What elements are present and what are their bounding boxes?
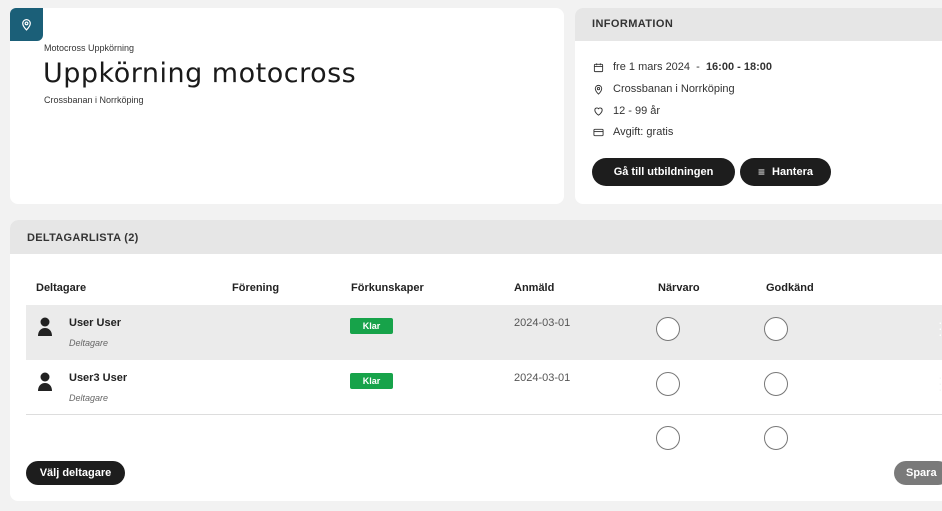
column-header-attendance: Närvaro [658,282,700,294]
participant-role: Deltagare [69,393,109,403]
info-time: 16:00 - 18:00 [705,61,772,73]
column-header-club: Förening [232,282,280,294]
event-location: Crossbanan i Norrköping [44,95,144,105]
event-card: Motocross Uppkörning Uppkörning motocros… [10,8,564,204]
table-row[interactable]: User3 User Deltagare Klar 2024-03-01 ··· [26,360,942,415]
info-age-row: 12 - 99 år [592,105,660,117]
participant-list-header: DELTAGARLISTA (2) [10,220,942,254]
column-header-participant: Deltagare [36,282,87,294]
info-date: fre 1 mars 2024 - [613,61,706,73]
heart-icon [592,105,604,117]
save-button[interactable]: Spara [894,461,942,485]
info-age: 12 - 99 år [613,105,661,117]
information-card: INFORMATION fre 1 mars 2024 - 16:00 - 18… [575,8,942,204]
info-location-row: Crossbanan i Norrköping [592,83,735,95]
attendance-toggle-all[interactable] [656,426,680,450]
location-pin-icon [592,83,604,95]
info-location: Crossbanan i Norrköping [613,83,735,95]
more-options-icon[interactable]: ··· [938,315,942,341]
registered-date: 2024-03-01 [514,372,571,384]
approved-toggle-all[interactable] [764,426,788,450]
participant-list-card: DELTAGARLISTA (2) Deltagare Förening För… [10,220,942,501]
calendar-icon [592,61,604,73]
participant-name: User User [69,317,121,329]
column-header-approved: Godkänd [766,282,814,294]
info-fee-row: Avgift: gratis [592,126,673,138]
manage-button-label: Hantera [772,166,813,178]
prerequisite-status-badge: Klar [350,318,393,334]
attendance-toggle[interactable] [656,317,680,341]
participant-name: User3 User [69,372,128,384]
approved-toggle[interactable] [764,372,788,396]
location-pin-icon [10,8,43,41]
manage-button[interactable]: ≡ Hantera [740,158,831,186]
information-header: INFORMATION [575,8,942,41]
column-header-registered: Anmäld [514,282,555,294]
participant-role: Deltagare [69,338,109,348]
go-to-education-button[interactable]: Gå till utbildningen [592,158,735,186]
approved-toggle[interactable] [764,317,788,341]
avatar-icon [38,317,52,337]
page-title: Uppkörning motocross [43,58,357,89]
prerequisite-status-badge: Klar [350,373,393,389]
info-fee: Avgift: gratis [613,126,674,138]
registered-date: 2024-03-01 [514,317,571,329]
event-subtitle: Motocross Uppkörning [44,43,135,53]
table-row[interactable]: User User Deltagare Klar 2024-03-01 ··· [26,305,942,360]
avatar-icon [38,372,52,392]
menu-icon: ≡ [758,165,766,179]
info-date-row: fre 1 mars 2024 - 16:00 - 18:00 [592,61,772,73]
more-options-icon[interactable]: ··· [938,370,942,396]
select-participants-button[interactable]: Välj deltagare [26,461,125,485]
column-header-prerequisites: Förkunskaper [351,282,424,294]
attendance-toggle[interactable] [656,372,680,396]
credit-card-icon [592,126,604,138]
